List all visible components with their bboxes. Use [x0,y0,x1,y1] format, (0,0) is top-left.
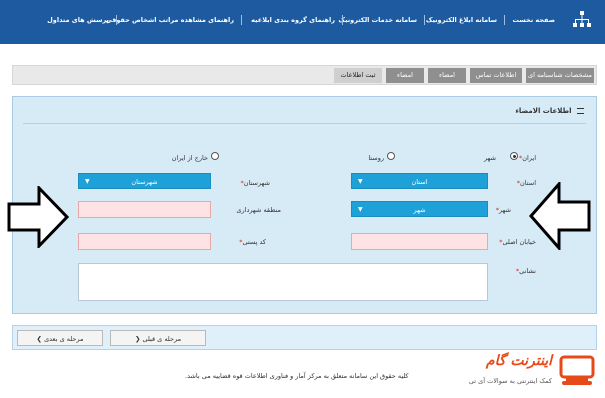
district-label: منطقه شهرداری [236,206,281,214]
abroad-radio-label: خارج از ایران [171,154,208,162]
nav-electronic-services[interactable]: سامانه خدمات الکترونیک [338,16,417,24]
caret-down-icon: ▼ [358,178,363,185]
brand-name: اینترنت گام [485,353,552,369]
nav-faq[interactable]: پرسش های متداول [47,16,109,24]
panel-title-text: اطلاعات الامضاء [515,107,572,115]
next-step-button[interactable]: مرحله ی بعدی ❯ [17,330,103,346]
nav-divider [241,15,242,25]
address-form-panel: اطلاعات الامضاء ایران* شهر روستا خارج از… [7,96,597,314]
chevron-left-icon: ❮ [134,335,141,343]
top-navigation-bar: صفحه نخست سامانه ابلاغ الکترونیک سامانه … [0,0,605,44]
radio-village[interactable] [387,152,395,160]
postal-code-label: کد پستی* [239,238,266,246]
nav-divider [342,15,343,25]
county-select[interactable]: شهرستان ▼ [78,173,211,189]
prev-step-button[interactable]: مرحله ی قبلی ❮ [110,330,206,346]
iran-label: ایران* [518,154,536,162]
divider [23,123,586,124]
step-signature[interactable]: امضاء [428,68,466,83]
nav-divider [116,15,117,25]
nav-divider [504,15,505,25]
chevron-right-icon: ❯ [36,335,42,343]
step-address[interactable]: امضاء [386,68,424,83]
main-street-input[interactable] [351,233,488,250]
address-textarea[interactable] [78,263,488,301]
caret-down-icon: ▼ [85,178,90,185]
city-label: شهر* [495,206,511,214]
city-select[interactable]: شهر ▼ [351,201,488,217]
nav-divider [424,15,425,25]
province-select[interactable]: استان ▼ [351,173,488,189]
city-radio-label: شهر [483,154,496,162]
nav-group-guide[interactable]: راهنمای گروه بندی ابلاغیه [251,16,335,24]
wizard-steps: مشخصات شناسنامه ای اطلاعات تماس امضاء ام… [12,65,597,85]
step-final[interactable]: ثبت اطلاعات [334,68,382,83]
county-label: شهرستان* [240,179,270,187]
radio-city[interactable] [510,152,518,160]
step-identity[interactable]: مشخصات شناسنامه ای [526,68,594,83]
arrow-right-icon [7,186,69,248]
wizard-buttons-bar: مرحله ی قبلی ❮ مرحله ی بعدی ❯ [12,325,597,350]
panel-title: اطلاعات الامضاء [515,107,584,115]
village-radio-label: روستا [368,154,384,162]
radio-abroad[interactable] [211,152,219,160]
nav-ranking-guide[interactable]: راهنمای مشاهده مراتب اشخاص حقوقی [106,16,235,24]
brand-watermark: اینترنت گام کمک اینترنتی به سوالات آی تی [430,352,600,392]
address-label: نشانی* [515,267,536,275]
arrow-left-icon [529,182,591,250]
caret-down-icon: ▼ [358,206,363,213]
postal-code-input[interactable] [78,233,211,250]
nav-notification-system[interactable]: سامانه ابلاغ الکترونیک [426,16,497,24]
step-contact[interactable]: اطلاعات تماس [470,68,522,83]
district-input[interactable] [78,201,211,218]
nav-home[interactable]: صفحه نخست [513,16,555,24]
brand-logo-icon [559,355,595,385]
copyright-text: کلیه حقوق این سامانه متعلق به مرکز آمار … [185,372,409,380]
list-icon [577,108,584,114]
brand-tagline: کمک اینترنتی به سوالات آی تی [468,377,552,385]
org-logo-icon[interactable] [573,10,591,32]
